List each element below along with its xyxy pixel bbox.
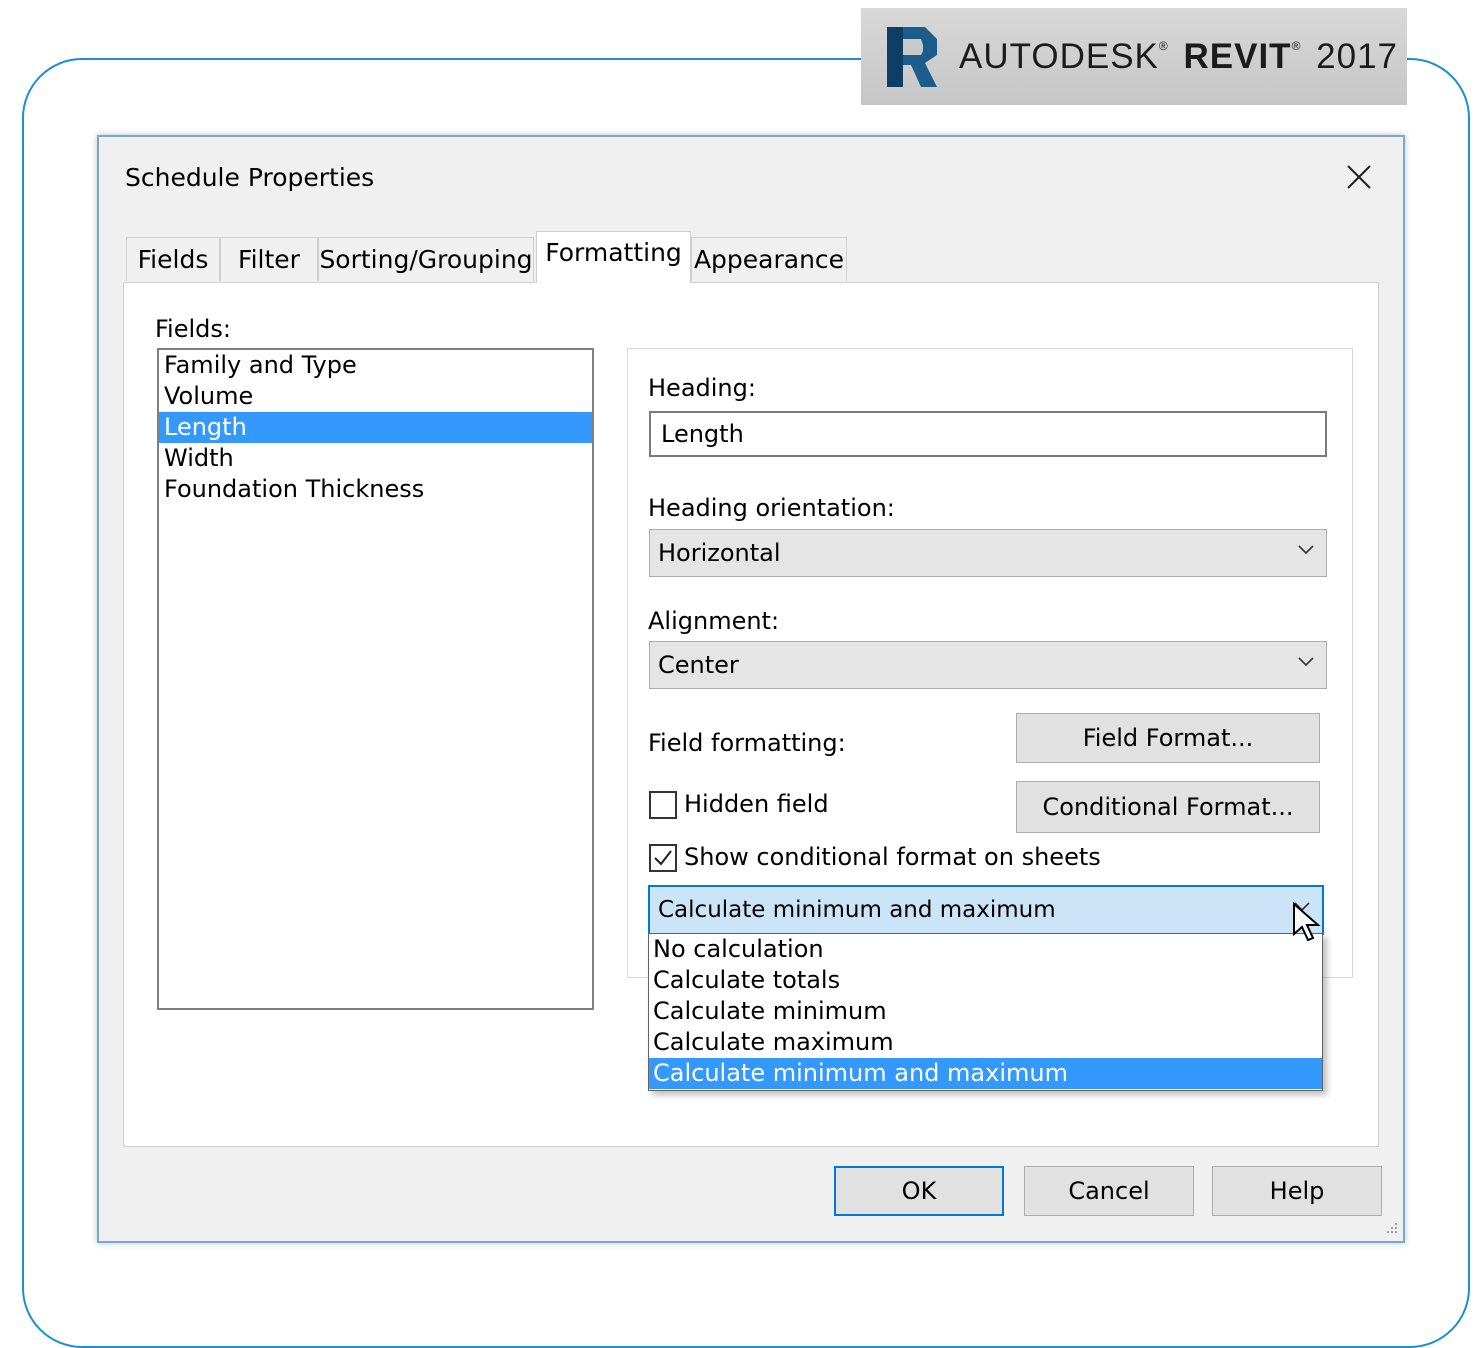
tab-appearance[interactable]: Appearance — [691, 237, 847, 281]
heading-orientation-value: Horizontal — [658, 539, 781, 567]
cancel-button[interactable]: Cancel — [1024, 1166, 1194, 1216]
heading-orientation-select[interactable]: Horizontal — [649, 529, 1327, 577]
brand-wordmark: AUTODESK® REVIT® 2017 — [959, 36, 1399, 76]
list-item[interactable]: Width — [159, 443, 592, 474]
field-format-group: Heading: Length Heading orientation: Hor… — [627, 348, 1353, 978]
dropdown-option[interactable]: No calculation — [649, 934, 1322, 965]
tab-sorting-grouping[interactable]: Sorting/Grouping — [318, 237, 534, 281]
fields-label: Fields: — [155, 315, 231, 343]
dropdown-option[interactable]: Calculate minimum and maximum — [649, 1058, 1322, 1089]
calculation-dropdown-list: No calculation Calculate totals Calculat… — [648, 933, 1323, 1091]
hidden-field-label: Hidden field — [684, 790, 829, 818]
alignment-value: Center — [658, 651, 739, 679]
mouse-pointer-icon — [1293, 902, 1321, 942]
dialog-title: Schedule Properties — [125, 163, 375, 192]
chevron-down-icon — [1298, 657, 1314, 667]
tab-filter[interactable]: Filter — [220, 237, 318, 281]
field-formatting-label: Field formatting: — [648, 729, 846, 757]
calculation-value: Calculate minimum and maximum — [658, 897, 1056, 923]
close-button[interactable] — [1339, 157, 1379, 197]
conditional-format-button[interactable]: Conditional Format... — [1016, 781, 1320, 833]
heading-label: Heading: — [648, 374, 756, 402]
alignment-label: Alignment: — [648, 607, 780, 635]
fields-listbox[interactable]: Family and Type Volume Length Width Foun… — [157, 348, 594, 1010]
ok-button[interactable]: OK — [834, 1166, 1004, 1216]
schedule-properties-dialog: Schedule Properties Fields Filter Sortin… — [97, 135, 1405, 1243]
field-format-button[interactable]: Field Format... — [1016, 713, 1320, 763]
close-icon — [1347, 165, 1371, 189]
show-conditional-format-checkbox[interactable] — [649, 844, 677, 872]
calculation-select[interactable]: Calculate minimum and maximum — [648, 885, 1324, 935]
dropdown-option[interactable]: Calculate totals — [649, 965, 1322, 996]
dropdown-option[interactable]: Calculate minimum — [649, 996, 1322, 1027]
tab-fields[interactable]: Fields — [126, 237, 220, 281]
show-conditional-format-label: Show conditional format on sheets — [684, 843, 1101, 871]
heading-input[interactable]: Length — [649, 411, 1327, 457]
list-item[interactable]: Length — [159, 412, 592, 443]
hidden-field-checkbox[interactable] — [649, 791, 677, 819]
tab-formatting[interactable]: Formatting — [536, 231, 691, 283]
checkmark-icon — [654, 850, 672, 866]
revit-logo-icon — [887, 26, 937, 87]
chevron-down-icon — [1298, 545, 1314, 555]
help-button[interactable]: Help — [1212, 1166, 1382, 1216]
list-item[interactable]: Volume — [159, 381, 592, 412]
list-item[interactable]: Foundation Thickness — [159, 474, 592, 505]
heading-orientation-label: Heading orientation: — [648, 494, 895, 522]
brand-badge: AUTODESK® REVIT® 2017 — [861, 8, 1407, 105]
resize-grip-icon[interactable] — [1383, 1221, 1399, 1237]
dropdown-option[interactable]: Calculate maximum — [649, 1027, 1322, 1058]
alignment-select[interactable]: Center — [649, 641, 1327, 689]
list-item[interactable]: Family and Type — [159, 350, 592, 381]
